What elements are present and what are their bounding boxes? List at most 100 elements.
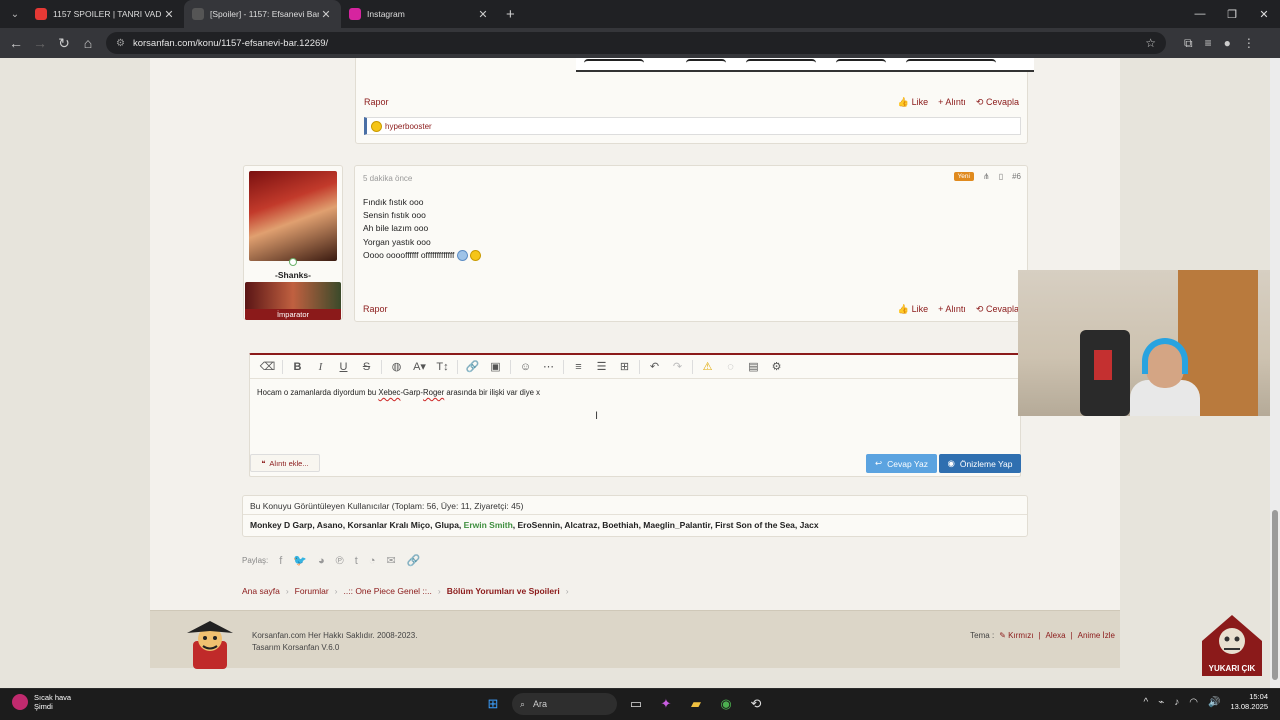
breadcrumb-forums[interactable]: Forumlar [295, 586, 329, 596]
list-icon[interactable]: ☰ [590, 360, 613, 373]
editor-text-area[interactable]: Hocam o zamanlarda diyordum bu Xebec-Gar… [257, 388, 540, 397]
email-icon[interactable]: ✉ [386, 554, 395, 567]
steam-icon[interactable]: ⟲ [745, 693, 767, 715]
forward-icon[interactable]: → [28, 35, 52, 51]
emoji-icon[interactable]: ☺ [514, 361, 537, 373]
pinterest-icon[interactable]: ℗ [336, 555, 344, 567]
underline-icon[interactable]: U [332, 361, 355, 373]
close-icon[interactable]: ✕ [476, 8, 490, 21]
report-link[interactable]: Rapor [363, 304, 388, 314]
report-link[interactable]: Rapor [364, 97, 389, 107]
anime-link[interactable]: Anime İzle [1078, 631, 1115, 640]
like-button[interactable]: 👍 Like [898, 304, 928, 315]
copilot-icon[interactable]: ✦ [655, 693, 677, 715]
avatar[interactable] [249, 171, 337, 261]
more-icon[interactable]: ⋯ [537, 360, 560, 373]
alexa-link[interactable]: Alexa [1046, 631, 1066, 640]
chrome-icon[interactable]: ◉ [715, 693, 737, 715]
text-color-icon[interactable]: ◍ [385, 360, 408, 373]
scroll-top-button[interactable]: YUKARI ÇIK [1200, 613, 1265, 678]
breadcrumb-category[interactable]: ..:: One Piece Genel ::.. [344, 586, 432, 596]
font-family-icon[interactable]: A▾ [408, 360, 431, 373]
close-icon[interactable]: ✕ [319, 8, 333, 21]
eraser-icon[interactable]: ⌫ [256, 360, 279, 373]
menu-icon[interactable]: ⋮ [1243, 36, 1255, 51]
tumblr-icon[interactable]: t [355, 555, 358, 567]
message-line: Fındık fıstık ooo [363, 197, 424, 207]
bookmark-star-icon[interactable]: ☆ [1145, 36, 1156, 50]
italic-icon[interactable]: I [309, 361, 332, 373]
address-bar[interactable]: ⚙ korsanfan.com/konu/1157-efsanevi-bar.1… [106, 32, 1166, 54]
system-clock[interactable]: 15:04 13.08.2025 [1230, 692, 1268, 712]
post-reply-button[interactable]: ↩ Cevap Yaz [866, 454, 937, 473]
quote-button[interactable]: + Alıntı [938, 304, 966, 315]
tab-instagram[interactable]: Instagram ✕ [341, 0, 498, 28]
username[interactable]: -Shanks- [244, 270, 342, 280]
quote-button[interactable]: + Alıntı [938, 97, 966, 108]
strikethrough-icon[interactable]: S [355, 361, 378, 373]
table-icon[interactable]: ⊞ [613, 360, 636, 373]
insert-quote-button[interactable]: ❝ Alıntı ekle... [250, 454, 320, 472]
close-icon[interactable]: ✕ [162, 8, 176, 21]
close-window-icon[interactable]: ✕ [1248, 0, 1280, 28]
bookmark-icon[interactable]: ▯ [999, 172, 1003, 181]
new-tab-button[interactable]: + [506, 6, 515, 23]
post-number[interactable]: #6 [1012, 172, 1021, 181]
like-button[interactable]: 👍 Like [898, 97, 928, 108]
undo-icon[interactable]: ↶ [643, 360, 666, 373]
home-icon[interactable]: ⌂ [76, 35, 100, 51]
viewer-names[interactable]: Monkey D Garp, Asano, Korsanlar Kralı Mi… [250, 520, 464, 530]
reddit-icon[interactable]: ◕ [318, 555, 325, 567]
user-rank-label: İmparator [245, 309, 341, 320]
page-scrollbar[interactable] [1270, 58, 1280, 688]
link-icon[interactable]: 🔗 [461, 360, 484, 373]
bold-icon[interactable]: B [286, 361, 309, 373]
settings-icon[interactable]: ⚙ [765, 360, 788, 373]
taskbar-search[interactable]: ⌕ Ara [512, 693, 617, 715]
breadcrumb-subforum[interactable]: Bölüm Yorumları ve Spoileri [447, 586, 560, 596]
windows-start-icon[interactable]: ⊞ [482, 693, 504, 715]
tray-chevron-icon[interactable]: ^ [1144, 697, 1149, 708]
reply-label: Cevapla [985, 97, 1019, 107]
network-icon[interactable]: ⌁ [1158, 697, 1164, 708]
twitter-icon[interactable]: 🐦 [293, 554, 307, 567]
extensions-icon[interactable]: ⧉ [1184, 36, 1193, 51]
post-time[interactable]: 5 dakika önce [363, 174, 412, 183]
preview-button[interactable]: ◉ Önizleme Yap [939, 454, 1021, 473]
font-size-icon[interactable]: T↕ [431, 361, 454, 373]
toggle-icon[interactable]: ◌ [719, 361, 742, 373]
align-icon[interactable]: ≡ [567, 361, 590, 373]
volume-icon[interactable]: 🔊 [1208, 697, 1220, 708]
spoiler-warning-icon[interactable]: ⚠ [696, 360, 719, 373]
minimize-icon[interactable]: — [1184, 0, 1216, 28]
reply-button[interactable]: ⟲ Cevapla [976, 304, 1019, 315]
microphone-icon[interactable]: ♪ [1174, 697, 1179, 708]
redo-icon[interactable]: ↷ [666, 360, 689, 373]
restore-icon[interactable]: ❐ [1216, 0, 1248, 28]
weather-widget[interactable]: Sıcak hava Şimdi [12, 693, 71, 711]
viewer-name-highlight[interactable]: Erwin Smith [464, 520, 513, 530]
tab-search-icon[interactable]: ⌄ [3, 2, 27, 26]
share-icon[interactable]: ⋔ [983, 172, 990, 181]
link-icon[interactable]: 🔗 [407, 554, 421, 567]
profile-icon[interactable]: ● [1224, 36, 1231, 51]
drafts-icon[interactable]: ▤ [742, 360, 765, 373]
scroll-thumb[interactable] [1272, 510, 1278, 680]
reaction-user-link[interactable]: hyperbooster [385, 122, 432, 131]
wifi-icon[interactable]: ◠ [1189, 697, 1198, 708]
reload-icon[interactable]: ↻ [52, 35, 76, 52]
reply-button[interactable]: ⟲ Cevapla [976, 97, 1019, 108]
back-icon[interactable]: ← [4, 35, 28, 51]
tab-korsanfan[interactable]: [Spoiler] - 1157: Efsanevi Bar | C ✕ [184, 0, 341, 28]
theme-selector[interactable]: ✎ Kırmızı [999, 631, 1033, 640]
breadcrumb-home[interactable]: Ana sayfa [242, 586, 280, 596]
image-icon[interactable]: ▣ [484, 360, 507, 373]
facebook-icon[interactable]: f [279, 555, 282, 567]
reading-list-icon[interactable]: ≡ [1205, 36, 1212, 51]
whatsapp-icon[interactable]: ◔ [369, 555, 376, 567]
tab-youtube[interactable]: 1157 SPOILER | TANRI VADİSİ G ✕ [27, 0, 184, 28]
file-explorer-icon[interactable]: ▰ [685, 693, 707, 715]
task-view-icon[interactable]: ▭ [625, 693, 647, 715]
viewer-names[interactable]: , EroSennin, Alcatraz, Boethiah, Maeglin… [513, 520, 819, 530]
site-info-icon[interactable]: ⚙ [116, 38, 125, 49]
